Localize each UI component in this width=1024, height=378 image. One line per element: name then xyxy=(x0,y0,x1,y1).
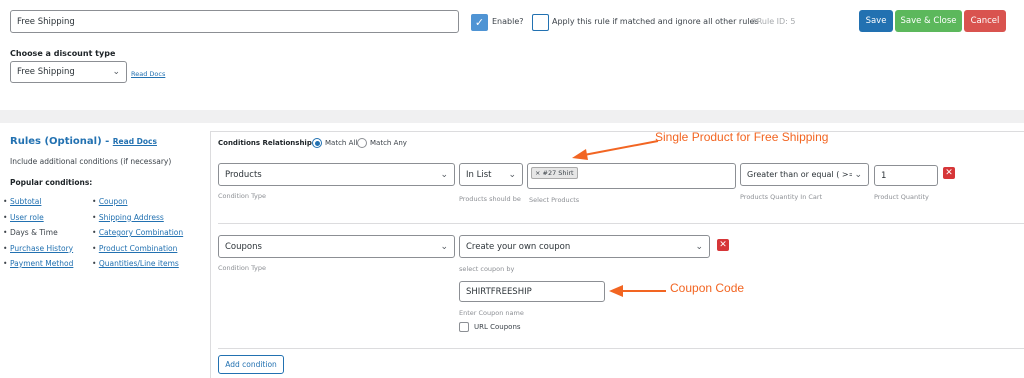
enable-checkbox[interactable]: ✓ xyxy=(471,14,488,31)
condition-type-hint-2: Condition Type xyxy=(218,264,267,272)
annotation-single-product: Single Product for Free Shipping xyxy=(655,130,829,144)
condition-link-subtotal[interactable]: Subtotal xyxy=(10,194,73,210)
bullet-column: • • • • • xyxy=(3,197,8,268)
discount-type-value: Free Shipping xyxy=(17,67,75,77)
product-tag[interactable]: × #27 Shirt xyxy=(531,167,578,179)
coupon-name-hint: Enter Coupon name xyxy=(459,309,524,317)
products-operator-value: In List xyxy=(466,169,492,180)
row-divider xyxy=(218,223,1024,224)
chevron-down-icon: ⌄ xyxy=(440,241,448,252)
condition-link-quantities[interactable]: Quantities/Line items xyxy=(99,259,179,268)
coupon-method-select[interactable]: Create your own coupon ⌄ xyxy=(459,235,710,258)
cancel-button[interactable]: Cancel xyxy=(964,10,1006,32)
product-quantity-hint: Product Quantity xyxy=(874,193,929,201)
bullet-item: • Shipping Address xyxy=(92,212,164,222)
chevron-down-icon: ⌄ xyxy=(440,169,448,180)
rules-title-text: Rules (Optional) - xyxy=(10,136,110,147)
rules-title: Rules (Optional) - Read Docs xyxy=(10,136,157,147)
chevron-down-icon: ⌄ xyxy=(112,67,120,77)
product-quantity-value: 1 xyxy=(881,170,887,181)
match-any-label: Match Any xyxy=(370,139,407,147)
section-divider xyxy=(0,110,1024,123)
quantity-operator-value: Greater than or equal ( >= ) xyxy=(747,170,852,179)
bullet-item: • Product Combination xyxy=(92,243,178,253)
products-operator-select[interactable]: In List ⌄ xyxy=(459,163,523,186)
popular-conditions-col2: • Coupon • Shipping Address • Category C… xyxy=(92,194,183,272)
coupon-name-input[interactable]: SHIRTFREESHIP xyxy=(459,281,605,302)
bullet-item: • Quantities/Line items xyxy=(92,259,179,268)
bullet-item: • Category Combination xyxy=(92,228,184,237)
remove-condition-1-icon[interactable]: ✕ xyxy=(943,167,955,179)
products-multiselect[interactable]: × #27 Shirt xyxy=(527,163,736,189)
condition-link-purchase-history[interactable]: Purchase History xyxy=(10,241,73,257)
popular-conditions-col1: Subtotal User role Days & Time Purchase … xyxy=(10,194,73,272)
quantity-operator-select[interactable]: Greater than or equal ( >= ) ⌄ xyxy=(740,163,869,186)
conditions-relationship-label: Conditions Relationship xyxy=(218,139,312,147)
coupon-method-value: Create your own coupon xyxy=(466,241,571,252)
condition-link-payment-method[interactable]: Payment Method xyxy=(10,256,73,272)
enable-label: Enable? xyxy=(492,17,524,26)
rule-id: #Rule ID: 5 xyxy=(750,17,796,26)
match-all-label: Match All xyxy=(325,139,358,147)
annotation-arrow-1-icon xyxy=(572,140,659,160)
condition-link-product-combination[interactable]: Product Combination xyxy=(99,244,178,253)
checkmark-icon: ✓ xyxy=(474,16,485,29)
annotation-coupon-code: Coupon Code xyxy=(670,281,745,295)
rule-name-value: Free Shipping xyxy=(17,16,75,27)
coupon-name-value: SHIRTFREESHIP xyxy=(466,286,532,297)
quantity-operator-hint: Products Quantity In Cart xyxy=(740,193,823,201)
match-any-radio[interactable] xyxy=(357,138,367,148)
condition-type-hint-1: Condition Type xyxy=(218,192,267,200)
rules-subtitle: Include additional conditions (if necess… xyxy=(10,157,172,166)
condition-type-value-1: Products xyxy=(225,169,262,180)
annotation-arrow-2-icon xyxy=(609,285,666,297)
condition-type-value-2: Coupons xyxy=(225,241,262,252)
bullet-item: • Coupon xyxy=(92,197,128,206)
condition-type-select-1[interactable]: Products ⌄ xyxy=(218,163,455,186)
apply-exclusive-label: Apply this rule if matched and ignore al… xyxy=(552,17,759,26)
save-button[interactable]: Save xyxy=(859,10,893,32)
products-operator-hint: Products should be xyxy=(459,195,521,203)
save-close-button[interactable]: Save & Close xyxy=(895,10,962,32)
remove-condition-2-icon[interactable]: ✕ xyxy=(717,239,729,251)
radio-dot xyxy=(314,140,320,146)
url-coupons-label: URL Coupons xyxy=(474,323,521,331)
chevron-down-icon: ⌄ xyxy=(854,169,862,180)
coupon-method-hint: select coupon by xyxy=(459,265,515,273)
products-hint: Select Products xyxy=(529,196,580,204)
add-condition-button[interactable]: Add condition xyxy=(218,355,284,374)
condition-link-category-combination[interactable]: Category Combination xyxy=(99,228,183,237)
condition-link-user-role[interactable]: User role xyxy=(10,210,73,226)
chevron-down-icon: ⌄ xyxy=(508,169,516,180)
add-condition-label: Add condition xyxy=(225,360,277,369)
condition-link-coupon[interactable]: Coupon xyxy=(99,197,128,206)
condition-link-shipping-address[interactable]: Shipping Address xyxy=(99,213,164,222)
discount-read-docs-link[interactable]: Read Docs xyxy=(131,70,165,78)
product-quantity-input[interactable]: 1 xyxy=(874,165,938,186)
popular-conditions-heading: Popular conditions: xyxy=(10,178,93,187)
discount-type-label: Choose a discount type xyxy=(10,49,116,58)
discount-type-select[interactable]: Free Shipping ⌄ xyxy=(10,61,127,83)
rules-read-docs-link[interactable]: Read Docs xyxy=(113,137,157,146)
row-divider xyxy=(218,348,1024,349)
chevron-down-icon: ⌄ xyxy=(695,241,703,252)
url-coupons-checkbox[interactable] xyxy=(459,322,469,332)
apply-exclusive-checkbox[interactable] xyxy=(532,14,549,31)
rule-name-input[interactable]: Free Shipping xyxy=(10,10,459,33)
match-all-radio[interactable] xyxy=(312,138,322,148)
condition-type-select-2[interactable]: Coupons ⌄ xyxy=(218,235,455,258)
condition-days-time: Days & Time xyxy=(10,228,58,237)
